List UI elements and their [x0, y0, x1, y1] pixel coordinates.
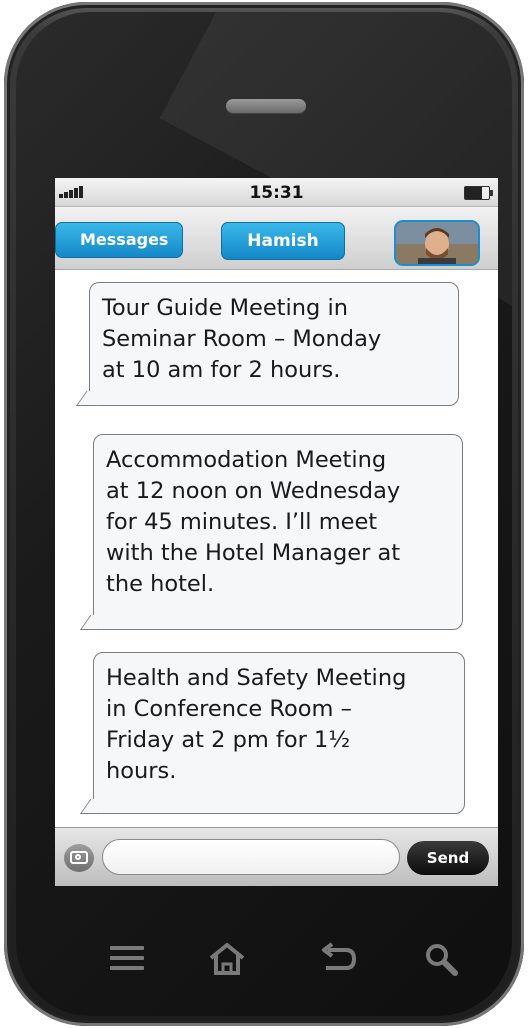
send-button[interactable]: Send	[407, 841, 489, 875]
message-bubble: Health and Safety Meeting in Conference …	[93, 652, 465, 814]
messages-back-button[interactable]: Messages	[55, 222, 184, 258]
hardware-nav-bar	[0, 932, 528, 982]
camera-icon[interactable]	[64, 844, 94, 872]
message-bubble: Accommodation Meeting at 12 noon on Wedn…	[93, 434, 463, 630]
back-icon[interactable]	[318, 940, 358, 976]
phone-screen: 15:31 Messages Hamish Tour Guide Meeting…	[55, 178, 498, 886]
status-bar: 15:31	[55, 178, 498, 207]
message-bubble: Tour Guide Meeting in Seminar Room – Mon…	[89, 282, 459, 406]
status-time: 15:31	[249, 183, 304, 203]
search-icon[interactable]	[424, 942, 460, 978]
home-icon[interactable]	[207, 940, 247, 976]
menu-icon[interactable]	[110, 946, 144, 970]
conversation-header: Messages Hamish	[55, 207, 498, 270]
earpiece-speaker	[226, 99, 306, 113]
compose-bar: Send	[55, 827, 498, 886]
contact-avatar[interactable]	[394, 220, 480, 266]
message-input[interactable]	[102, 839, 400, 875]
battery-icon	[464, 186, 493, 200]
contact-name-button[interactable]: Hamish	[221, 222, 345, 260]
